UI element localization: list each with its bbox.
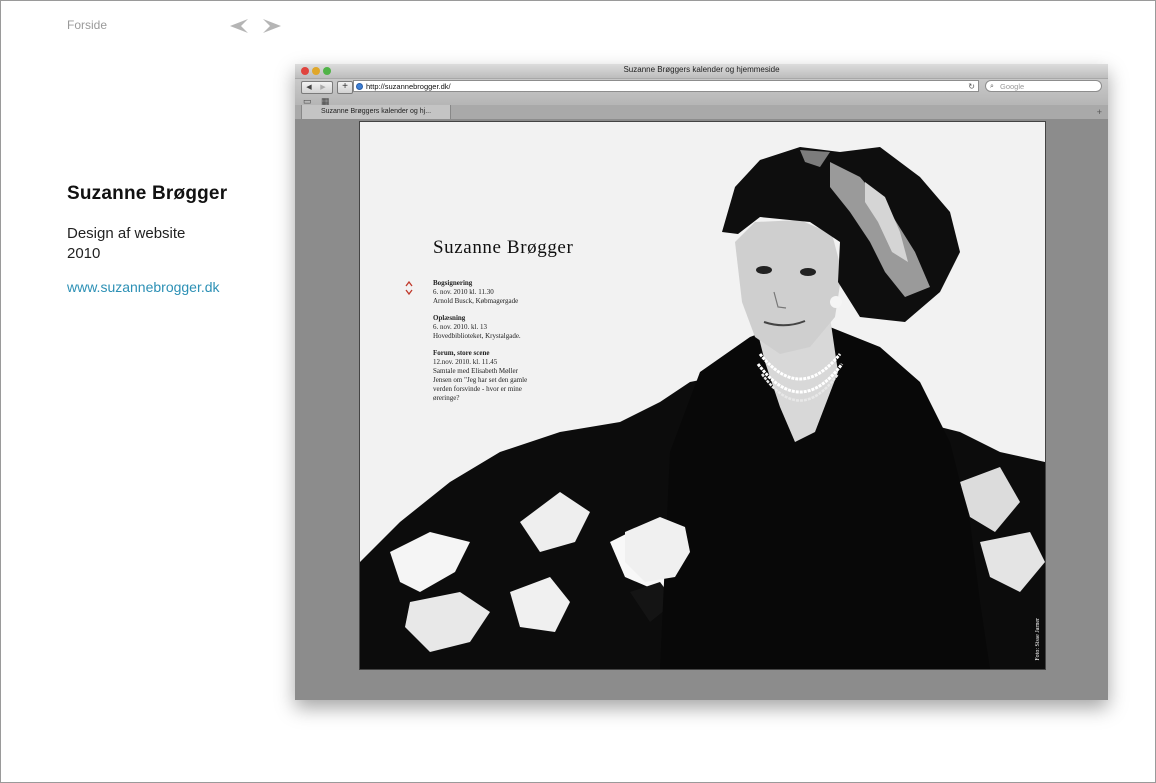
event-location: Hovedbiblioteket, Krystalgade. bbox=[433, 332, 521, 340]
address-bar-url: http://suzannebrogger.dk/ bbox=[366, 82, 451, 91]
event-item[interactable]: Bogsignering 6. nov. 2010 kl. 11.30 Arno… bbox=[433, 279, 545, 306]
add-bookmark-button[interactable]: + bbox=[337, 81, 353, 94]
event-date: 12.nov. 2010. kl. 11.45 bbox=[433, 358, 498, 366]
event-date: 6. nov. 2010. kl. 13 bbox=[433, 323, 487, 331]
event-description: øreringe? bbox=[433, 394, 460, 402]
back-icon[interactable]: ◀ bbox=[302, 82, 316, 93]
website-title: Suzanne Brøgger bbox=[433, 237, 574, 258]
event-item[interactable]: Forum, store scene 12.nov. 2010. kl. 11.… bbox=[433, 349, 545, 403]
photo-credit: Foto: Sisse Jarner bbox=[1035, 618, 1041, 661]
project-website-link[interactable]: www.suzannebrogger.dk bbox=[67, 279, 220, 295]
event-title: Bogsignering bbox=[433, 279, 473, 287]
event-description: Samtale med Elisabeth Møller bbox=[433, 367, 518, 375]
site-globe-icon bbox=[356, 83, 363, 90]
previous-arrow-icon[interactable] bbox=[230, 19, 248, 33]
event-title: Oplæsning bbox=[433, 314, 466, 322]
event-title: Forum, store scene bbox=[433, 349, 490, 357]
search-icon: ⌕ bbox=[990, 83, 994, 90]
browser-tab[interactable]: Suzanne Brøggers kalender og hj... bbox=[301, 105, 451, 119]
forward-icon[interactable]: ▶ bbox=[316, 82, 330, 93]
project-year: 2010 bbox=[67, 245, 101, 262]
event-description: verden forsvinde - hvor er mine bbox=[433, 385, 522, 393]
browser-window: Suzanne Brøggers kalender og hjemmeside … bbox=[295, 64, 1108, 700]
window-title: Suzanne Brøggers kalender og hjemmeside bbox=[623, 65, 780, 74]
event-calendar: Bogsignering 6. nov. 2010 kl. 11.30 Arno… bbox=[433, 279, 545, 411]
home-link[interactable]: Forside bbox=[67, 18, 107, 32]
reload-icon[interactable]: ↻ bbox=[968, 81, 975, 93]
new-tab-icon[interactable]: + bbox=[1097, 105, 1102, 119]
website-content: Suzanne Brøgger Bogsignering 6. nov. 201… bbox=[359, 121, 1046, 670]
search-field[interactable]: ⌕ Google bbox=[985, 80, 1102, 92]
project-type: Design af website bbox=[67, 225, 186, 242]
tab-bar: Suzanne Brøggers kalender og hj... + bbox=[295, 105, 1108, 120]
event-location: Arnold Busck, Købmagergade bbox=[433, 297, 519, 305]
project-title: Suzanne Brøgger bbox=[67, 183, 228, 204]
project-description: Design af website 2010 bbox=[67, 224, 185, 264]
scroll-up-icon[interactable] bbox=[405, 280, 413, 287]
event-scroll-arrows bbox=[404, 279, 414, 302]
window-titlebar: Suzanne Brøggers kalender og hjemmeside bbox=[295, 64, 1108, 79]
event-date: 6. nov. 2010 kl. 11.30 bbox=[433, 288, 494, 296]
next-arrow-icon[interactable] bbox=[263, 19, 281, 33]
event-description: Jensen om "Jeg har set den gamle bbox=[433, 376, 528, 384]
scroll-down-icon[interactable] bbox=[405, 289, 413, 296]
search-placeholder: Google bbox=[1000, 82, 1025, 91]
back-forward-buttons: ◀ ▶ bbox=[301, 81, 333, 94]
address-bar[interactable]: http://suzannebrogger.dk/ ↻ bbox=[353, 80, 979, 92]
event-item[interactable]: Oplæsning 6. nov. 2010. kl. 13 Hovedbibl… bbox=[433, 314, 545, 341]
